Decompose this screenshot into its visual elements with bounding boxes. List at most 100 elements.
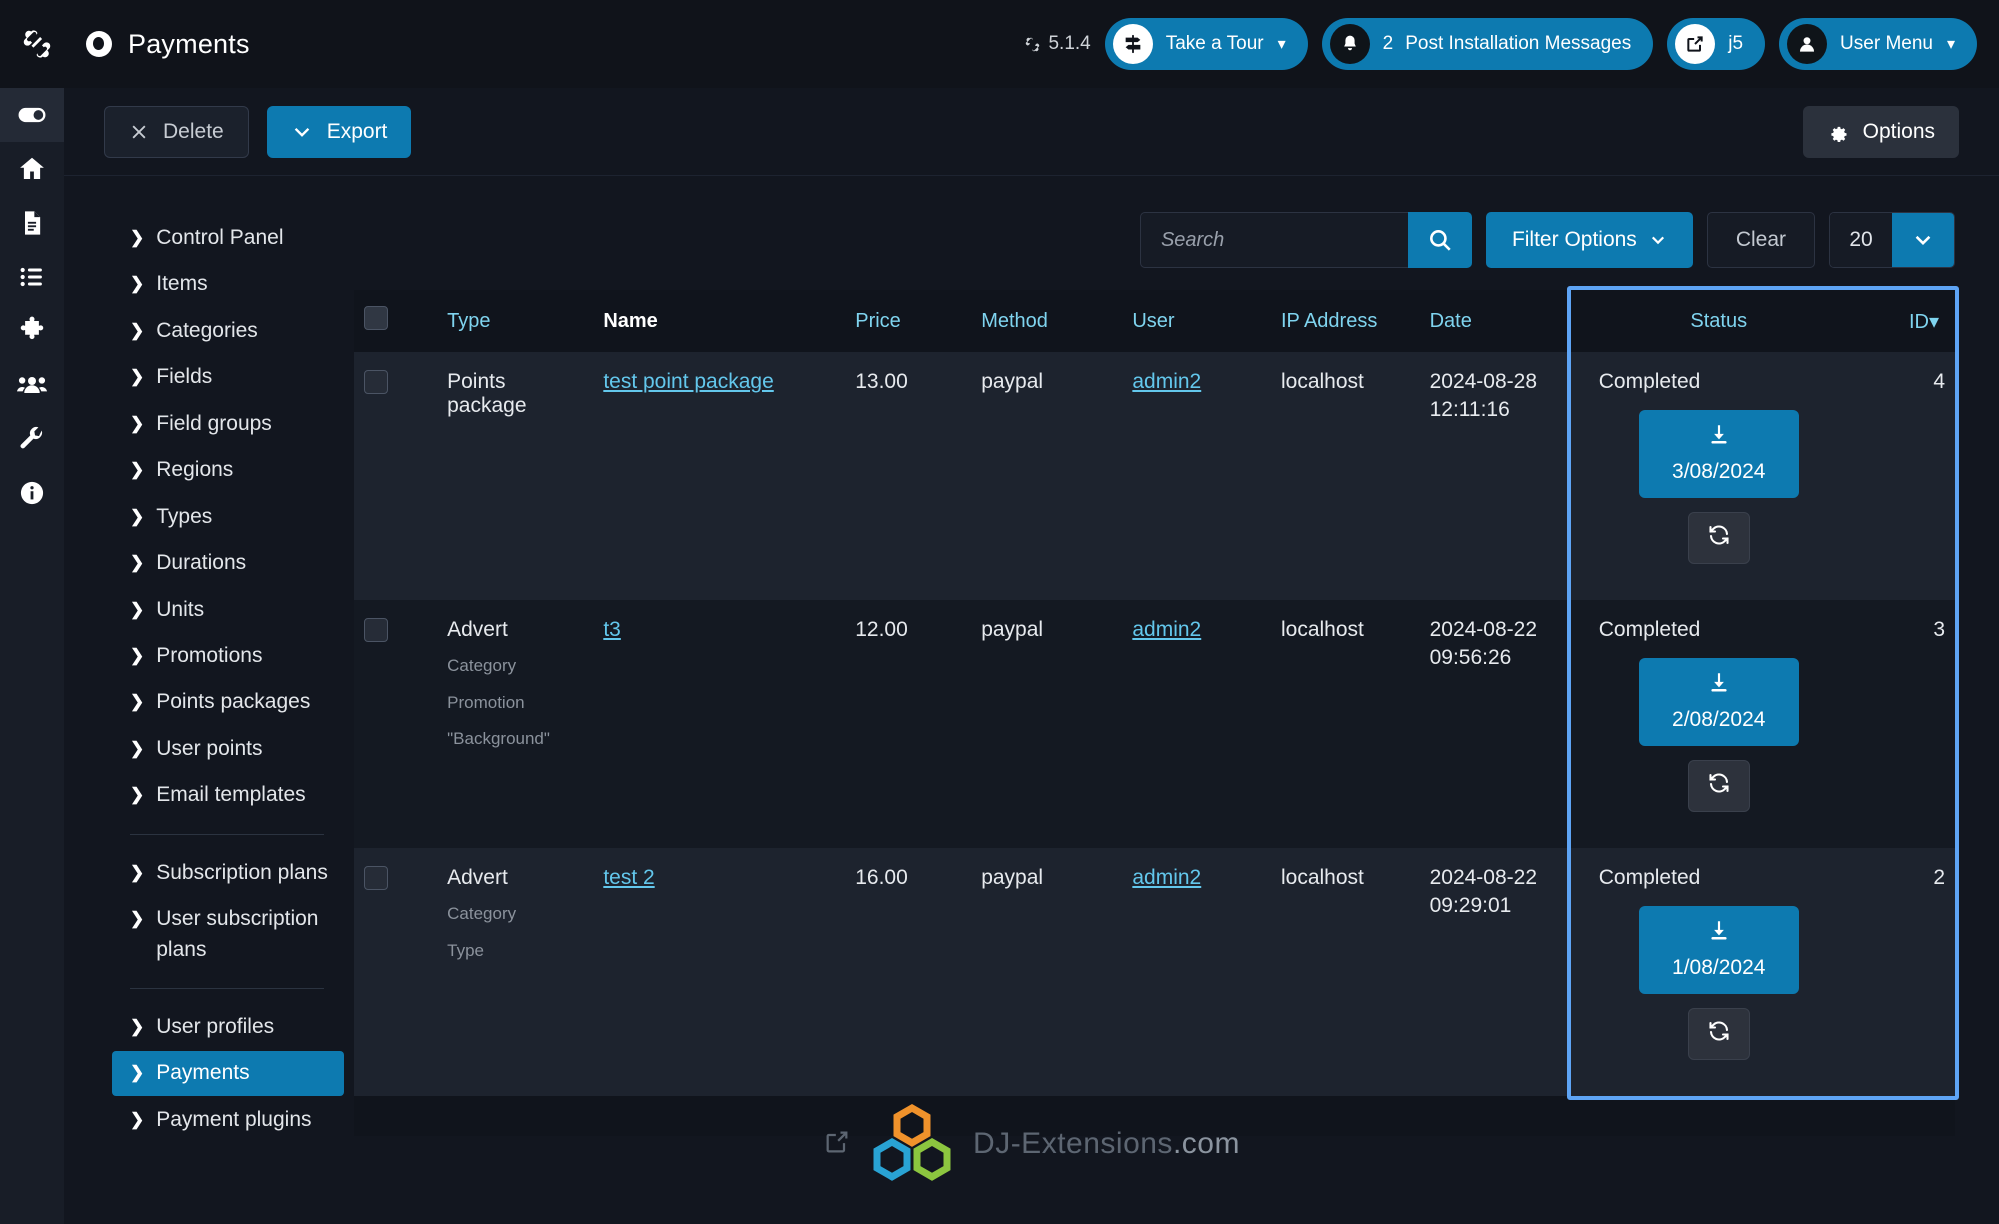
row-checkbox[interactable] bbox=[364, 370, 388, 394]
puzzle-icon bbox=[20, 316, 44, 340]
column-header-label: Price bbox=[855, 309, 901, 332]
download-invoice-button[interactable]: 2/08/2024 bbox=[1638, 658, 1799, 746]
user-link[interactable]: admin2 bbox=[1132, 370, 1201, 393]
sidebar-item-label: Types bbox=[156, 504, 213, 528]
type-detail: "Background" bbox=[447, 729, 550, 748]
column-header-type[interactable]: Type bbox=[437, 290, 594, 352]
column-header-price[interactable]: Price bbox=[845, 290, 972, 352]
chevron-right-icon: ❯ bbox=[130, 599, 145, 619]
column-header-user[interactable]: User bbox=[1122, 290, 1271, 352]
date-time: 09:29:01 bbox=[1429, 894, 1512, 917]
regenerate-invoice-button[interactable] bbox=[1687, 1008, 1750, 1060]
user-link[interactable]: admin2 bbox=[1132, 866, 1201, 889]
user-menu-label: User Menu bbox=[1840, 33, 1933, 54]
download-invoice-button[interactable]: 1/08/2024 bbox=[1638, 906, 1799, 994]
cell-ip-address: localhost bbox=[1270, 600, 1420, 848]
chevron-right-icon: ❯ bbox=[130, 274, 145, 294]
sidebar-item-subscription-plans[interactable]: ❯ Subscription plans bbox=[112, 851, 344, 895]
rail-item-components[interactable] bbox=[0, 304, 64, 358]
sidebar-item-label: Units bbox=[156, 597, 205, 621]
sidebar-item-control-panel[interactable]: ❯ Control Panel bbox=[112, 216, 344, 260]
sidebar-item-fields[interactable]: ❯ Fields bbox=[112, 355, 344, 399]
column-header-label: Name bbox=[603, 309, 658, 332]
sidebar-item-points-packages[interactable]: ❯ Points packages bbox=[112, 680, 344, 724]
cell-date: 2024-08-22 09:56:26 bbox=[1419, 600, 1571, 848]
column-header-id[interactable]: ID▾ bbox=[1866, 290, 1955, 352]
search-input[interactable] bbox=[1139, 212, 1408, 268]
search-button[interactable] bbox=[1407, 212, 1472, 268]
rail-item-toggle-sidebar[interactable] bbox=[0, 88, 64, 142]
payment-name-link[interactable]: test 2 bbox=[603, 866, 654, 889]
sidebar-item-email-templates[interactable]: ❯ Email templates bbox=[112, 773, 344, 817]
wrench-icon bbox=[20, 426, 43, 449]
take-a-tour-button[interactable]: Take a Tour ▾ bbox=[1104, 18, 1308, 70]
page-footer: DJ-Extensions.com bbox=[64, 1064, 1999, 1224]
payment-name-link[interactable]: test point package bbox=[603, 370, 773, 393]
user-menu-button[interactable]: User Menu ▾ bbox=[1779, 18, 1977, 70]
joomla-logo-icon[interactable] bbox=[14, 21, 60, 67]
rail-item-home[interactable] bbox=[0, 142, 64, 196]
rail-item-content[interactable] bbox=[0, 196, 64, 250]
select-all-checkbox[interactable] bbox=[364, 306, 388, 330]
joomla-mini-icon bbox=[1026, 37, 1040, 51]
payment-name-link[interactable]: t3 bbox=[603, 618, 621, 641]
toggle-icon bbox=[18, 107, 46, 123]
sidebar-item-label: Points packages bbox=[156, 690, 311, 714]
export-button[interactable]: Export bbox=[266, 105, 412, 158]
select-all-header bbox=[354, 290, 438, 352]
date-day: 2024-08-28 bbox=[1429, 370, 1538, 393]
filter-options-button[interactable]: Filter Options bbox=[1485, 212, 1693, 268]
site-name-label: j5 bbox=[1728, 33, 1744, 54]
caret-down-icon: ▾ bbox=[1928, 310, 1939, 333]
cell-user: admin2 bbox=[1122, 600, 1271, 848]
sidebar-item-categories[interactable]: ❯ Categories bbox=[112, 309, 344, 353]
cell-type: Advert Category Type bbox=[437, 848, 594, 1096]
rail-item-users[interactable] bbox=[0, 358, 64, 412]
row-checkbox[interactable] bbox=[364, 866, 388, 890]
external-link-icon bbox=[1675, 24, 1716, 64]
column-header-method[interactable]: Method bbox=[971, 290, 1123, 352]
column-header-status[interactable]: Status bbox=[1570, 290, 1867, 352]
column-header-label: Status bbox=[1690, 309, 1748, 332]
ip-value: localhost bbox=[1280, 618, 1364, 641]
post-installation-messages-button[interactable]: 2 Post Installation Messages bbox=[1321, 18, 1654, 70]
sidebar-item-label: User points bbox=[156, 736, 263, 760]
sidebar-item-user-points[interactable]: ❯ User points bbox=[112, 727, 344, 771]
row-checkbox[interactable] bbox=[364, 618, 388, 642]
column-header-name[interactable]: Name bbox=[593, 290, 846, 352]
sidebar-item-field-groups[interactable]: ❯ Field groups bbox=[112, 402, 344, 446]
sidebar-item-items[interactable]: ❯ Items bbox=[112, 262, 344, 306]
sidebar-item-units[interactable]: ❯ Units bbox=[112, 588, 344, 632]
top-bar-actions: 5.1.4 Take a Tour ▾ 2 Post Installation … bbox=[1024, 18, 1999, 70]
download-icon bbox=[1639, 422, 1799, 454]
rail-item-help[interactable] bbox=[0, 466, 64, 520]
list-limit-select[interactable]: 20 bbox=[1829, 212, 1955, 268]
sidebar-item-types[interactable]: ❯ Types bbox=[112, 495, 344, 539]
download-invoice-button[interactable]: 3/08/2024 bbox=[1638, 410, 1799, 498]
sidebar-item-user-subscription-plans[interactable]: ❯ User subscription plans bbox=[112, 897, 344, 972]
column-header-ip[interactable]: IP Address bbox=[1270, 290, 1420, 352]
external-link-icon[interactable] bbox=[823, 1128, 851, 1161]
status-value: Completed bbox=[1598, 866, 1701, 889]
sidebar-item-regions[interactable]: ❯ Regions bbox=[112, 448, 344, 492]
sidebar-item-user-profiles[interactable]: ❯ User profiles bbox=[112, 1005, 344, 1049]
visit-site-button[interactable]: j5 bbox=[1667, 18, 1766, 70]
list-limit-chevron[interactable] bbox=[1892, 213, 1954, 267]
circle-dot-icon bbox=[86, 31, 112, 57]
user-link[interactable]: admin2 bbox=[1132, 618, 1201, 641]
rail-item-menus[interactable] bbox=[0, 250, 64, 304]
sidebar-item-promotions[interactable]: ❯ Promotions bbox=[112, 634, 344, 678]
clear-filters-button[interactable]: Clear bbox=[1706, 212, 1815, 268]
list-limit-value: 20 bbox=[1830, 213, 1892, 267]
cell-type: Advert Category Promotion "Background" bbox=[437, 600, 594, 848]
rail-item-system[interactable] bbox=[0, 412, 64, 466]
regenerate-invoice-button[interactable] bbox=[1687, 512, 1750, 564]
delete-button[interactable]: Delete bbox=[104, 105, 249, 158]
column-header-date[interactable]: Date bbox=[1419, 290, 1571, 352]
sidebar-item-durations[interactable]: ❯ Durations bbox=[112, 541, 344, 585]
regenerate-invoice-button[interactable] bbox=[1687, 760, 1750, 812]
chevron-down-icon bbox=[294, 127, 309, 137]
options-button[interactable]: Options bbox=[1802, 105, 1959, 158]
chevron-down-icon: ▾ bbox=[1277, 36, 1286, 53]
options-label: Options bbox=[1862, 119, 1935, 143]
